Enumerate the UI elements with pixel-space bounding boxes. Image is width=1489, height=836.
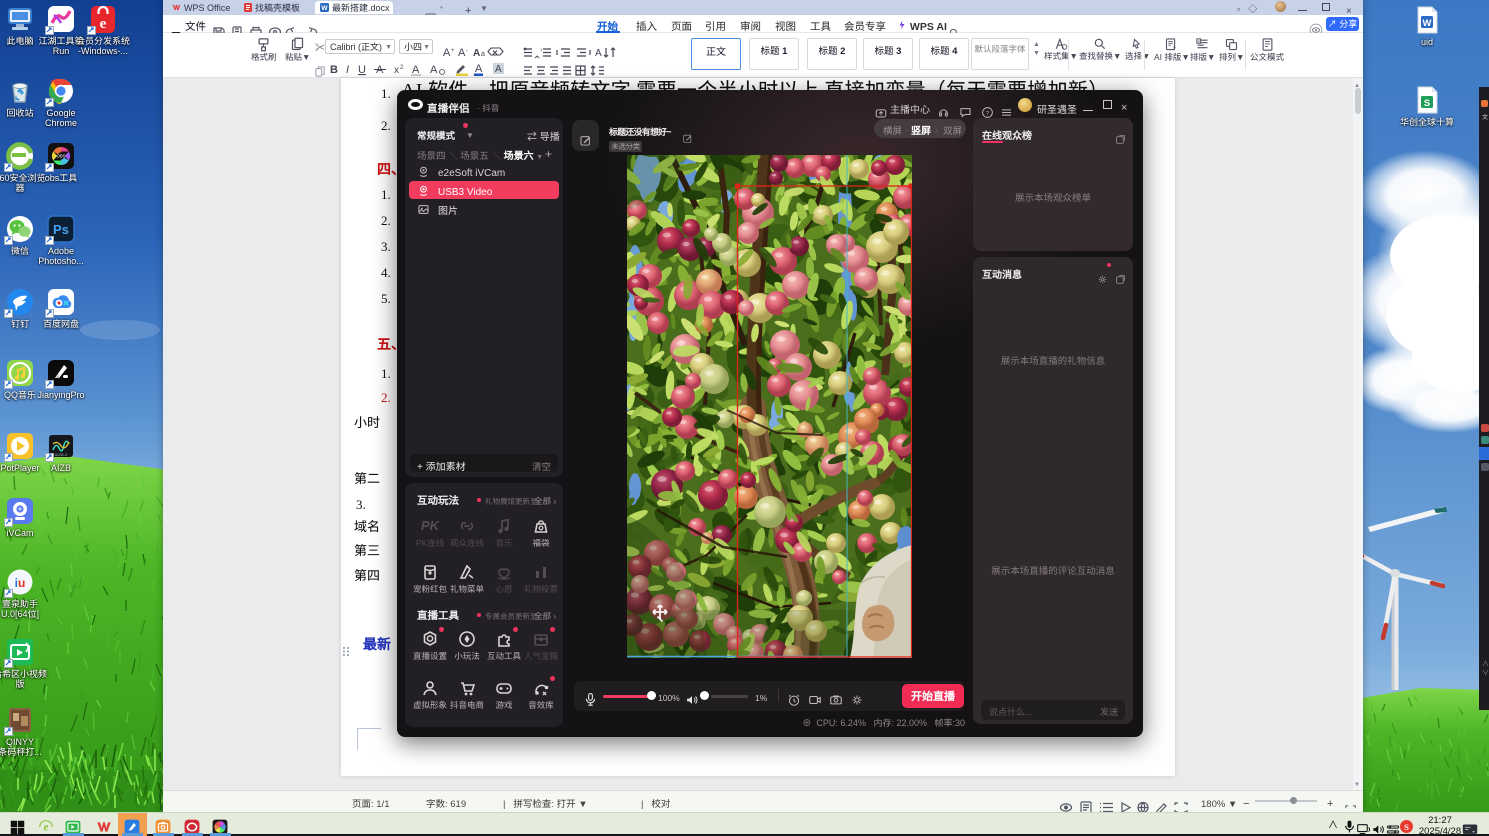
svg-text:S: S [1404,822,1409,832]
svg-text:W: W [321,3,328,12]
svg-text:Ps: Ps [53,222,69,237]
svg-text:W: W [1423,18,1432,29]
svg-text:-: - [466,48,468,54]
svg-text:2: 2 [400,65,404,71]
svg-text:U: U [358,64,366,76]
svg-text:A: A [475,63,483,75]
svg-text:1: 1 [540,47,543,53]
svg-text:A: A [412,64,420,76]
svg-text:+: + [451,48,455,54]
svg-text:AIZB-3: AIZB-3 [55,452,68,457]
svg-text:I: I [346,64,349,76]
svg-text:iu: iu [15,576,26,590]
svg-text:?: ? [986,111,990,117]
svg-text:A: A [495,64,502,75]
svg-text:B: B [330,64,338,76]
svg-text:OBS: OBS [57,153,66,158]
svg-text:e: e [43,821,48,833]
svg-text:e: e [100,16,107,32]
svg-text:A: A [430,64,438,76]
svg-text:x: x [394,65,399,76]
svg-text:PK: PK [421,518,440,533]
svg-text:S: S [1424,98,1430,109]
